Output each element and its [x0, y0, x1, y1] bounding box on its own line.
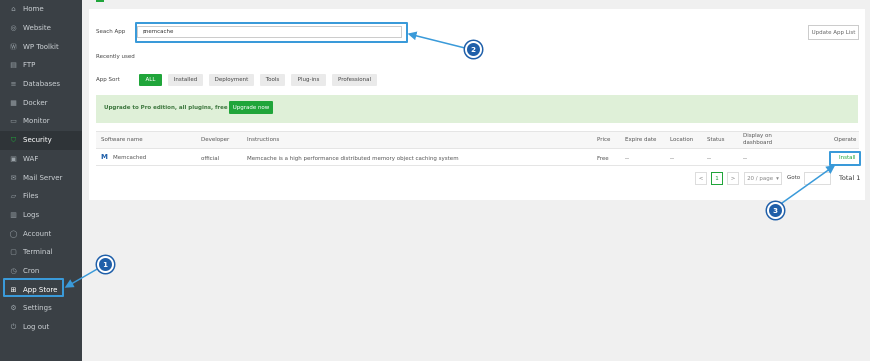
annotation-badge-2: 2	[465, 41, 482, 58]
callout-arrows	[64, 31, 836, 288]
annotation-badge-1: 1	[97, 256, 114, 273]
annotation-badge-3: 3	[767, 202, 784, 219]
arrow-3	[781, 165, 836, 204]
arrow-1	[64, 267, 100, 288]
arrow-2	[407, 31, 466, 49]
